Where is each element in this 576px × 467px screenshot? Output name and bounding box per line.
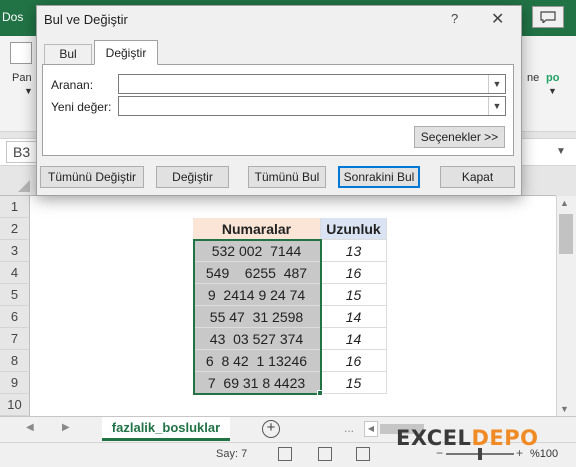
row-number[interactable]: 9 (0, 372, 30, 394)
help-icon[interactable]: ? (451, 11, 458, 26)
cell-numaralar[interactable]: 43 03 527 374 (193, 328, 321, 350)
find-input[interactable] (118, 74, 506, 94)
page-break-view-icon[interactable] (356, 447, 370, 461)
cell-uzunluk[interactable]: 15 (321, 372, 387, 394)
row-number[interactable]: 3 (0, 240, 30, 262)
close-icon[interactable]: ✕ (491, 9, 504, 29)
cell-uzunluk[interactable]: 14 (321, 306, 387, 328)
cell-numaralar[interactable]: 7 69 31 8 4423 (193, 372, 321, 394)
paste-label: Pan (12, 72, 32, 84)
dialog-title: Bul ve Değiştir (44, 12, 128, 27)
cell-uzunluk[interactable]: 14 (321, 328, 387, 350)
select-all-icon[interactable] (4, 178, 32, 194)
page-layout-view-icon[interactable] (318, 447, 332, 461)
cell-numaralar[interactable]: 9 2414 9 24 74 (193, 284, 321, 306)
replace-all-button[interactable]: Tümünü Değiştir (40, 166, 144, 188)
watermark-logo: EXCELDEPO (396, 426, 538, 450)
replace-input[interactable] (118, 96, 506, 116)
fill-handle[interactable] (317, 390, 323, 396)
cell-numaralar[interactable]: 55 47 31 2598 (193, 306, 321, 328)
watermark-xcel: XCEL (410, 426, 472, 450)
comment-button[interactable] (532, 6, 564, 28)
find-next-button[interactable]: Sonrakini Bul (338, 166, 420, 188)
chevron-down-icon[interactable]: ▼ (548, 86, 557, 96)
find-label: Aranan: (51, 78, 94, 92)
status-count: Say: 7 (216, 448, 248, 460)
cell-uzunluk[interactable]: 15 (321, 284, 387, 306)
row-number[interactable]: 6 (0, 306, 30, 328)
formula-bar-expand-icon[interactable]: ▼ (556, 146, 566, 157)
cell-numaralar[interactable]: 6 8 42 1 13246 (193, 350, 321, 372)
row-number[interactable]: 8 (0, 350, 30, 372)
tab-replace[interactable]: Değiştir (94, 40, 158, 65)
header-numaralar[interactable]: Numaralar (193, 218, 321, 240)
chevron-down-icon[interactable]: ▼ (24, 86, 33, 96)
vertical-scroll-thumb[interactable] (559, 214, 573, 254)
tab-find[interactable]: Bul (44, 44, 92, 64)
watermark-e: E (396, 426, 411, 450)
scroll-up-icon[interactable]: ▲ (560, 198, 569, 208)
find-all-button[interactable]: Tümünü Bul (248, 166, 326, 188)
sheet-next-icon[interactable]: ▶ (62, 422, 70, 433)
sheet-tab[interactable]: fazlalik_bosluklar (102, 417, 230, 441)
tab-split-dots[interactable]: ... (344, 421, 354, 435)
find-dropdown-icon[interactable]: ▼ (488, 75, 505, 93)
header-uzunluk[interactable]: Uzunluk (321, 218, 387, 240)
row-number[interactable]: 7 (0, 328, 30, 350)
replace-dropdown-icon[interactable]: ▼ (488, 97, 505, 115)
ribbon-right-label: ne (527, 72, 540, 84)
scroll-left-icon[interactable]: ◀ (364, 421, 378, 437)
paste-icon[interactable] (10, 42, 32, 64)
replace-button[interactable]: Değiştir (156, 166, 229, 188)
sheet-prev-icon[interactable]: ◀ (26, 422, 34, 433)
file-tab[interactable]: Dos (0, 10, 36, 24)
watermark-depo: DEPO (471, 426, 539, 450)
row-number[interactable]: 10 (0, 394, 30, 416)
cell-uzunluk[interactable]: 13 (321, 240, 387, 262)
comment-icon (540, 11, 556, 23)
cell-numaralar[interactable]: 532 002 7144 (193, 240, 321, 262)
replace-label: Yeni değer: (51, 100, 112, 114)
close-button[interactable]: Kapat (440, 166, 515, 188)
cell-numaralar[interactable]: 549 6255 487 (193, 262, 321, 284)
add-sheet-icon[interactable]: + (262, 420, 280, 438)
row-number[interactable]: 2 (0, 218, 30, 240)
row-number[interactable]: 4 (0, 262, 30, 284)
cell-uzunluk[interactable]: 16 (321, 350, 387, 372)
row-number[interactable]: 5 (0, 284, 30, 306)
ribbon-right-label-green: po (546, 72, 560, 84)
row-number[interactable]: 1 (0, 196, 30, 218)
normal-view-icon[interactable] (278, 447, 292, 461)
scroll-down-icon[interactable]: ▼ (560, 404, 569, 414)
options-button[interactable]: Seçenekler >> (414, 126, 505, 148)
cell-uzunluk[interactable]: 16 (321, 262, 387, 284)
